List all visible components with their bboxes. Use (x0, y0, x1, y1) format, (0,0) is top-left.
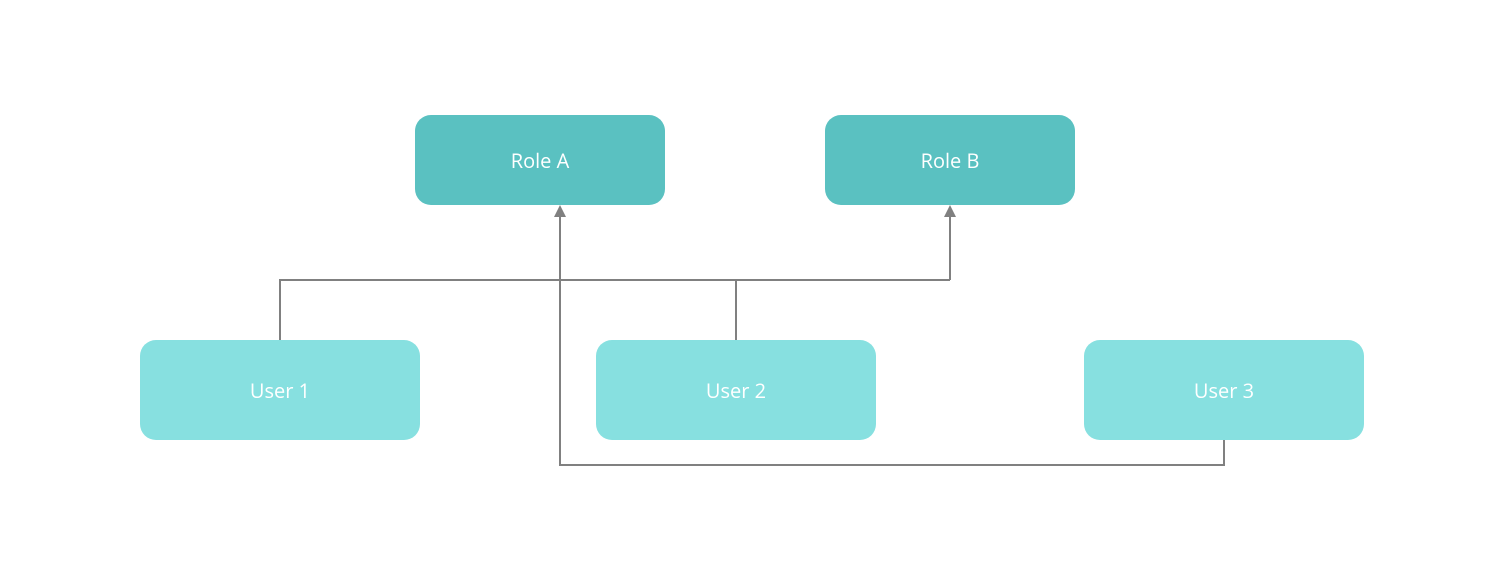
user-1-node: User 1 (140, 340, 420, 440)
connector-user1-rolea (280, 280, 540, 340)
role-user-diagram: Role A Role B User 1 User 2 User 3 (0, 0, 1494, 578)
role-b-node: Role B (825, 115, 1075, 205)
role-a-node: Role A (415, 115, 665, 205)
arrowhead-rolea (554, 205, 566, 217)
user-2-node: User 2 (596, 340, 876, 440)
user-2-label: User 2 (706, 377, 766, 404)
user-3-node: User 3 (1084, 340, 1364, 440)
role-b-label: Role B (921, 147, 980, 174)
user-3-label: User 3 (1194, 377, 1254, 404)
connector-lines (0, 0, 1494, 578)
user-1-label: User 1 (250, 377, 310, 404)
arrowhead-roleb (944, 205, 956, 217)
role-a-label: Role A (511, 147, 570, 174)
